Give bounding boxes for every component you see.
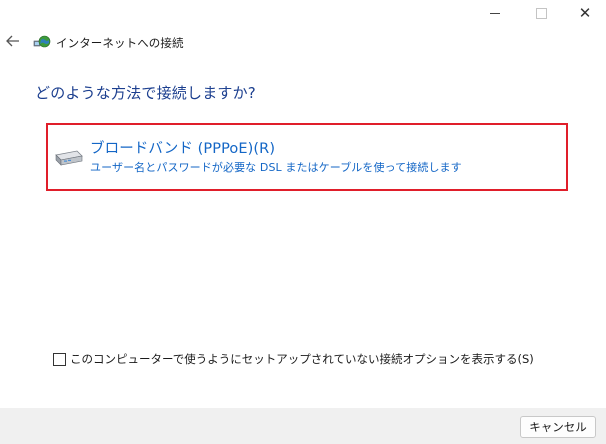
- option-description: ユーザー名とパスワードが必要な DSL またはケーブルを使って接続します: [90, 161, 462, 174]
- show-options-checkbox[interactable]: [53, 352, 66, 366]
- back-arrow-icon: [6, 35, 19, 47]
- maximize-button[interactable]: [518, 0, 564, 26]
- window-title: インターネットへの接続: [56, 36, 184, 50]
- cancel-button[interactable]: キャンセル: [520, 416, 596, 438]
- dialog-footer: キャンセル: [0, 408, 606, 444]
- close-button[interactable]: ✕: [562, 0, 606, 26]
- dialog-window: ✕ インターネットへの接続 どのような方法で接続しますか? ブロードバンド (P…: [0, 0, 606, 444]
- minimize-button[interactable]: [472, 0, 518, 26]
- maximize-icon: [535, 7, 547, 19]
- back-button[interactable]: [4, 32, 22, 50]
- show-options-checkbox-row[interactable]: このコンピューターで使うようにセットアップされていない接続オプションを表示する(…: [53, 351, 534, 367]
- broadband-option[interactable]: ブロードバンド (PPPoE)(R) ユーザー名とパスワードが必要な DSL ま…: [46, 123, 568, 191]
- show-options-label: このコンピューターで使うようにセットアップされていない接続オプションを表示する(…: [70, 352, 534, 366]
- broadband-modem-icon: [55, 150, 83, 166]
- option-title: ブロードバンド (PPPoE)(R): [90, 141, 276, 157]
- page-heading: どのような方法で接続しますか?: [35, 84, 256, 102]
- network-globe-icon: [33, 35, 51, 48]
- close-icon: ✕: [578, 3, 592, 22]
- minimize-icon: [490, 12, 500, 14]
